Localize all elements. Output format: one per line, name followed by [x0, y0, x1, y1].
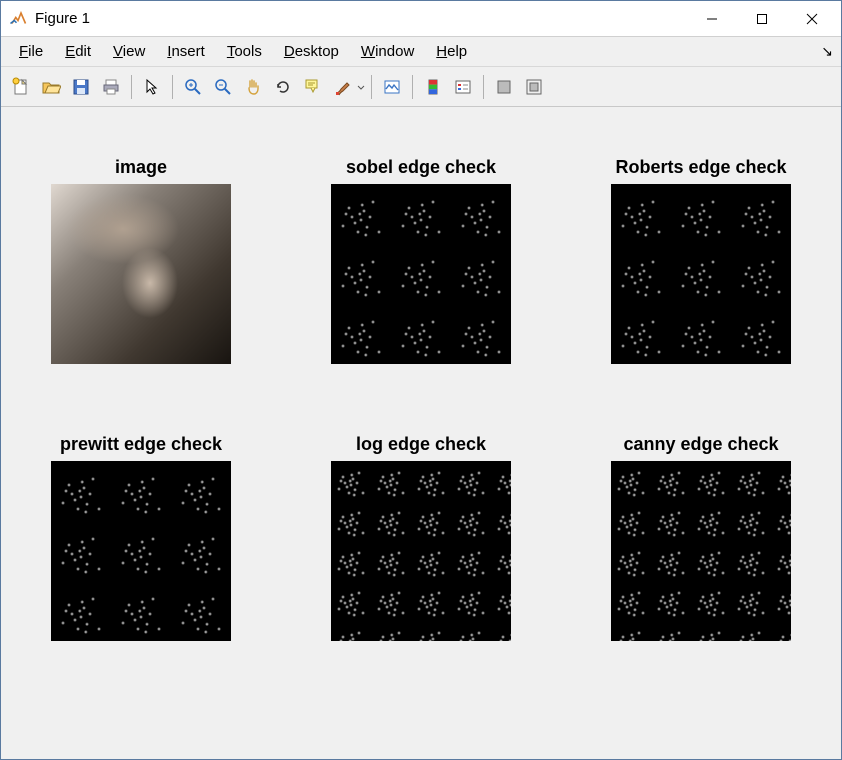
toolbar [1, 67, 841, 107]
subplot-image[interactable] [51, 461, 231, 641]
show-tools-button[interactable] [520, 73, 548, 101]
figure-area: image sobel edge check Roberts edge chec… [1, 107, 841, 759]
menu-view[interactable]: View [103, 39, 155, 64]
menu-window[interactable]: Window [351, 39, 424, 64]
maximize-button[interactable] [737, 1, 787, 37]
subplot-3: Roberts edge check [591, 157, 811, 364]
open-button[interactable] [37, 73, 65, 101]
subplot-title: image [115, 157, 167, 178]
toolbar-separator [412, 75, 413, 99]
brush-button[interactable] [329, 73, 357, 101]
pointer-button[interactable] [138, 73, 166, 101]
close-button[interactable] [787, 1, 837, 37]
subplot-image[interactable] [51, 184, 231, 364]
subplot-title: canny edge check [623, 434, 778, 455]
subplot-image[interactable] [331, 184, 511, 364]
zoom-in-button[interactable] [179, 73, 207, 101]
toolbar-separator [131, 75, 132, 99]
subplot-5: log edge check [311, 434, 531, 641]
menubar: File Edit View Insert Tools Desktop Wind… [1, 37, 841, 67]
new-figure-button[interactable] [7, 73, 35, 101]
window-title: Figure 1 [35, 10, 687, 27]
titlebar: Figure 1 [1, 1, 841, 37]
subplot-1: image [31, 157, 251, 364]
menu-help[interactable]: Help [426, 39, 477, 64]
zoom-out-button[interactable] [209, 73, 237, 101]
datatip-button[interactable] [299, 73, 327, 101]
menu-tools[interactable]: Tools [217, 39, 272, 64]
subplot-title: log edge check [356, 434, 486, 455]
menu-insert[interactable]: Insert [157, 39, 215, 64]
print-button[interactable] [97, 73, 125, 101]
colorbar-button[interactable] [419, 73, 447, 101]
menu-file[interactable]: File [9, 39, 53, 64]
hide-tools-button[interactable] [490, 73, 518, 101]
subplot-title: Roberts edge check [615, 157, 786, 178]
toolbar-separator [172, 75, 173, 99]
matlab-icon [9, 10, 27, 28]
subplot-2: sobel edge check [311, 157, 531, 364]
subplot-image[interactable] [611, 184, 791, 364]
subplot-6: canny edge check [591, 434, 811, 641]
menu-desktop[interactable]: Desktop [274, 39, 349, 64]
subplot-4: prewitt edge check [31, 434, 251, 641]
subplot-title: prewitt edge check [60, 434, 222, 455]
dock-arrow-icon[interactable]: ↘ [821, 43, 833, 60]
link-button[interactable] [378, 73, 406, 101]
toolbar-separator [371, 75, 372, 99]
subplot-image[interactable] [611, 461, 791, 641]
pan-button[interactable] [239, 73, 267, 101]
subplot-grid: image sobel edge check Roberts edge chec… [31, 127, 811, 641]
minimize-button[interactable] [687, 1, 737, 37]
legend-button[interactable] [449, 73, 477, 101]
subplot-image[interactable] [331, 461, 511, 641]
brush-dropdown-icon[interactable] [357, 77, 365, 97]
toolbar-separator [483, 75, 484, 99]
subplot-title: sobel edge check [346, 157, 496, 178]
save-button[interactable] [67, 73, 95, 101]
rotate-button[interactable] [269, 73, 297, 101]
menu-edit[interactable]: Edit [55, 39, 101, 64]
